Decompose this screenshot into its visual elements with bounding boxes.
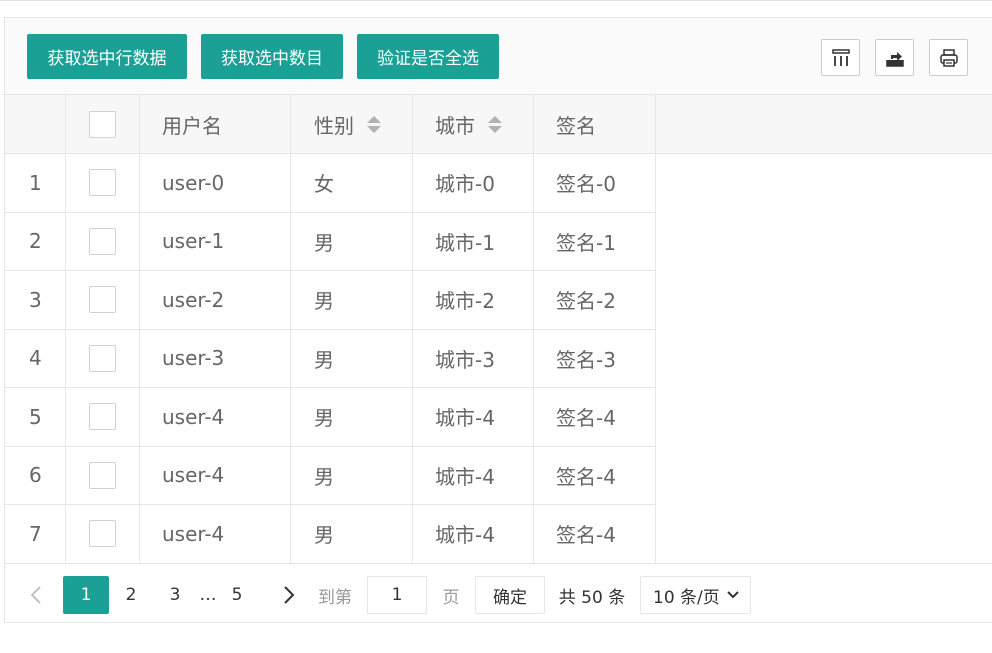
- page-5-button[interactable]: 5: [225, 576, 249, 614]
- page-2-button[interactable]: 2: [119, 576, 143, 614]
- row-checkbox[interactable]: [89, 227, 116, 255]
- row-index: 6: [5, 446, 66, 504]
- row-checkbox[interactable]: [89, 461, 116, 489]
- header-sign: 签名: [534, 95, 656, 153]
- table-header-row: 用户名 性别 城市 签名: [5, 95, 656, 154]
- page-jump-input[interactable]: [367, 576, 427, 614]
- row-select-cell: [66, 154, 140, 212]
- row-select-cell: [66, 446, 140, 504]
- header-sex[interactable]: 性别: [291, 95, 413, 153]
- cell-sign: 签名-1: [534, 212, 656, 270]
- goto-label: 到第: [318, 587, 352, 608]
- header-sex-label: 性别: [314, 113, 354, 138]
- row-index: 3: [5, 271, 66, 329]
- cell-city: 城市-2: [413, 271, 534, 329]
- row-checkbox[interactable]: [89, 344, 116, 372]
- row-index: 5: [5, 388, 66, 446]
- cell-sign: 签名-4: [534, 388, 656, 446]
- cell-username: user-4: [140, 388, 291, 446]
- cell-city: 城市-1: [413, 212, 534, 270]
- row-index: 7: [5, 505, 66, 563]
- sort-icon[interactable]: [488, 115, 502, 133]
- prev-page-button[interactable]: [23, 576, 49, 614]
- cell-sign: 签名-4: [534, 505, 656, 563]
- cell-sign: 签名-4: [534, 446, 656, 504]
- table-row[interactable]: 3 user-2 男城市-2 签名-2: [5, 271, 656, 330]
- page-size-select[interactable]: 10 条/页: [640, 576, 751, 614]
- confirm-jump-button[interactable]: 确定: [475, 576, 545, 614]
- columns-icon: [831, 48, 850, 66]
- chevron-right-icon: [284, 586, 295, 604]
- data-table-panel: 获取选中行数据 获取选中数目 验证是否全选 用户名 性别 城市 签名 1 use…: [4, 17, 992, 623]
- cell-city: 城市-3: [413, 329, 534, 387]
- cell-sign: 签名-3: [534, 329, 656, 387]
- cell-sign: 签名-2: [534, 271, 656, 329]
- row-select-cell: [66, 505, 140, 563]
- header-city[interactable]: 城市: [413, 95, 534, 153]
- export-button[interactable]: [875, 39, 914, 76]
- cell-city: 城市-4: [413, 505, 534, 563]
- row-checkbox[interactable]: [89, 520, 116, 548]
- cell-city: 城市-4: [413, 446, 534, 504]
- table-row[interactable]: 5 user-4 男城市-4 签名-4: [5, 388, 656, 447]
- chevron-left-icon: [30, 586, 41, 604]
- row-checkbox[interactable]: [89, 286, 116, 314]
- row-select-cell: [66, 212, 140, 270]
- row-select-cell: [66, 271, 140, 329]
- header-username: 用户名: [140, 95, 291, 153]
- print-button[interactable]: [929, 39, 968, 76]
- select-all-checkbox[interactable]: [89, 110, 116, 138]
- cell-username: user-3: [140, 329, 291, 387]
- chevron-down-icon: [727, 591, 739, 599]
- cell-username: user-2: [140, 271, 291, 329]
- export-icon: [885, 51, 904, 67]
- cell-sign: 签名-0: [534, 154, 656, 212]
- row-checkbox[interactable]: [89, 169, 116, 197]
- columns-filter-button[interactable]: [821, 39, 860, 76]
- table-row[interactable]: 1 user-0 女城市-0 签名-0: [5, 154, 656, 213]
- get-selected-rows-button[interactable]: 获取选中行数据: [27, 34, 187, 79]
- row-select-cell: [66, 388, 140, 446]
- print-icon: [939, 48, 958, 67]
- table-row[interactable]: 6 user-4 男城市-4 签名-4: [5, 446, 656, 505]
- page-size-value: 10 条/页: [653, 587, 720, 608]
- cell-sex: 男: [291, 388, 413, 446]
- row-index: 1: [5, 154, 66, 212]
- total-count: 共 50 条: [558, 587, 626, 608]
- cell-city: 城市-4: [413, 388, 534, 446]
- cell-sex: 女: [291, 154, 413, 212]
- top-divider: [0, 0, 992, 1]
- cell-username: user-1: [140, 212, 291, 270]
- cell-sex: 男: [291, 505, 413, 563]
- table-row[interactable]: 7 user-4 男城市-4 签名-4: [5, 505, 656, 564]
- cell-sex: 男: [291, 446, 413, 504]
- cell-username: user-4: [140, 505, 291, 563]
- sort-icon[interactable]: [367, 115, 381, 133]
- row-select-cell: [66, 329, 140, 387]
- get-selected-count-button[interactable]: 获取选中数目: [201, 34, 343, 79]
- cell-sex: 男: [291, 271, 413, 329]
- cell-username: user-4: [140, 446, 291, 504]
- table-toolbar: 获取选中行数据 获取选中数目 验证是否全选: [5, 18, 992, 95]
- page-3-button[interactable]: 3: [163, 576, 187, 614]
- row-index: 4: [5, 329, 66, 387]
- cell-sex: 男: [291, 329, 413, 387]
- header-filler: [656, 95, 992, 154]
- row-index: 2: [5, 212, 66, 270]
- page-1-button[interactable]: 1: [63, 576, 109, 614]
- cell-username: user-0: [140, 154, 291, 212]
- table-row[interactable]: 2 user-1 男城市-1 签名-1: [5, 212, 656, 271]
- row-checkbox[interactable]: [89, 403, 116, 431]
- next-page-button[interactable]: [277, 576, 301, 614]
- cell-city: 城市-0: [413, 154, 534, 212]
- cell-sex: 男: [291, 212, 413, 270]
- table-row[interactable]: 4 user-3 男城市-3 签名-3: [5, 329, 656, 388]
- header-index: [5, 95, 66, 153]
- header-city-label: 城市: [435, 113, 475, 138]
- pagination: 1 2 3 … 5 到第 页 确定 共 50 条 10 条/页: [5, 563, 992, 624]
- page-ellipsis: …: [199, 585, 217, 605]
- check-all-selected-button[interactable]: 验证是否全选: [357, 34, 499, 79]
- header-select-all: [66, 95, 140, 153]
- page-unit-label: 页: [442, 587, 460, 608]
